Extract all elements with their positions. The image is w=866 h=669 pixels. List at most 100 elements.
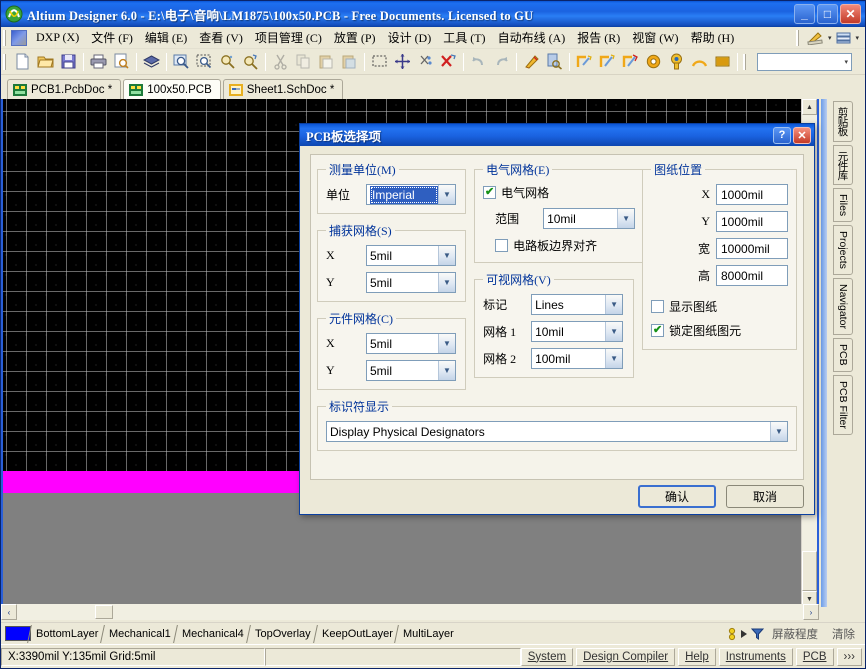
mask-level-button[interactable]: 屏蔽程度 xyxy=(766,625,824,643)
snap-to-board-outline-row[interactable]: ✔ 电路板边界对齐 xyxy=(483,237,635,254)
component-grid-x-combo[interactable]: 5mil ▼ xyxy=(366,333,456,354)
panel-tab-clipboard[interactable]: 剪贴板 xyxy=(833,101,853,142)
chevron-down-icon-toolbar[interactable]: ▾ xyxy=(844,58,848,66)
show-sheet-row[interactable]: ✔ 显示图纸 xyxy=(651,298,788,315)
toolbar-combo[interactable]: ▾ xyxy=(757,53,852,71)
save-icon[interactable] xyxy=(57,51,80,73)
find-similar-icon[interactable] xyxy=(239,51,262,73)
chevron-down-icon-range[interactable]: ▼ xyxy=(617,209,634,228)
undo-icon[interactable] xyxy=(467,51,490,73)
dialog-close-button[interactable]: ✕ xyxy=(793,127,811,144)
layer-tab-multilayer[interactable]: MultiLayer xyxy=(395,625,463,643)
menu-item-window[interactable]: 视窗 (W) xyxy=(626,27,684,48)
clear-selection-icon[interactable] xyxy=(437,51,460,73)
redo-icon[interactable] xyxy=(490,51,513,73)
snap-grid-y-combo[interactable]: 5mil ▼ xyxy=(366,272,456,293)
menu-item-dxp[interactable]: DXP (X) xyxy=(30,28,85,47)
dialog-help-button[interactable]: ? xyxy=(773,127,791,144)
cut-icon[interactable] xyxy=(269,51,292,73)
scroll-up-arrow-icon[interactable]: ▲ xyxy=(802,99,817,115)
electrical-range-combo[interactable]: 10mil ▼ xyxy=(543,208,635,229)
filter-icon[interactable] xyxy=(751,627,764,640)
paste-special-icon[interactable] xyxy=(338,51,361,73)
vertical-scroll-thumb[interactable] xyxy=(802,551,817,591)
place-route-icon[interactable] xyxy=(619,51,642,73)
panel-tab-files[interactable]: Files xyxy=(833,188,853,222)
chevron-down-icon-2[interactable]: ▾ xyxy=(855,34,859,42)
toolbar-grip-handle-3[interactable] xyxy=(743,54,748,70)
menu-item-tools[interactable]: 工具 (T) xyxy=(437,27,491,48)
electrical-grid-enable-row[interactable]: ✔ 电气网格 xyxy=(483,184,635,201)
status-overflow-button[interactable]: ››› xyxy=(837,648,863,666)
status-button-instruments[interactable]: Instruments xyxy=(719,648,793,666)
layer-tab-mechanical1[interactable]: Mechanical1 xyxy=(100,625,179,643)
tab-pcb1-pcbdoc[interactable]: PCB1.PcbDoc * xyxy=(7,79,121,99)
snap-grid-x-combo[interactable]: 5mil ▼ xyxy=(366,245,456,266)
chevron-down-icon-grid1[interactable]: ▼ xyxy=(605,322,622,341)
layer-color-icon[interactable] xyxy=(727,627,738,641)
menu-item-edit[interactable]: 编辑 (E) xyxy=(139,27,193,48)
panel-tab-pcb[interactable]: PCB xyxy=(833,338,853,372)
electrical-grid-checkbox[interactable]: ✔ xyxy=(483,186,496,199)
visible-grid2-combo[interactable]: 100mil ▼ xyxy=(531,348,623,369)
place-track-icon[interactable] xyxy=(573,51,596,73)
horizontal-scroll-thumb[interactable] xyxy=(95,605,113,619)
menu-item-autoroute[interactable]: 自动布线 (A) xyxy=(492,27,572,48)
move-icon[interactable] xyxy=(391,51,414,73)
snap-to-board-outline-checkbox[interactable]: ✔ xyxy=(495,239,508,252)
chevron-down-icon-compx[interactable]: ▼ xyxy=(438,334,455,353)
status-button-design-compiler[interactable]: Design Compiler xyxy=(576,648,675,666)
new-document-icon[interactable] xyxy=(11,51,34,73)
designator-display-combo[interactable]: Display Physical Designators ▼ xyxy=(326,421,788,442)
layer-tab-topoverlay[interactable]: TopOverlay xyxy=(246,625,318,643)
copy-icon[interactable] xyxy=(292,51,315,73)
zoom-selection-icon[interactable] xyxy=(193,51,216,73)
cross-probe-icon[interactable] xyxy=(520,51,543,73)
lock-sheet-primitives-row[interactable]: ✔ 锁定图纸图元 xyxy=(651,322,788,339)
status-button-pcb[interactable]: PCB xyxy=(796,648,834,666)
place-arc-icon[interactable] xyxy=(688,51,711,73)
chevron-down-icon-unit[interactable]: ▼ xyxy=(438,185,455,204)
pencil-ruler-icon[interactable] xyxy=(806,29,826,47)
menu-item-file[interactable]: 文件 (F) xyxy=(85,27,139,48)
layers-stack-icon[interactable] xyxy=(833,29,853,47)
sheet-width-input[interactable]: 10000mil xyxy=(716,238,788,259)
panel-tab-navigator[interactable]: Navigator xyxy=(833,278,853,335)
visible-grid-marker-combo[interactable]: Lines ▼ xyxy=(531,294,623,315)
close-button[interactable]: ✕ xyxy=(840,4,861,24)
scroll-right-arrow-icon[interactable]: › xyxy=(803,604,819,620)
arrow-right-icon[interactable] xyxy=(740,628,749,640)
chevron-down-icon-marker[interactable]: ▼ xyxy=(605,295,622,314)
menu-item-view[interactable]: 查看 (V) xyxy=(193,27,249,48)
chevron-down-icon-designator[interactable]: ▼ xyxy=(770,422,787,441)
scroll-left-arrow-icon[interactable]: ‹ xyxy=(1,604,17,620)
select-area-icon[interactable] xyxy=(368,51,391,73)
menu-item-place[interactable]: 放置 (P) xyxy=(328,27,382,48)
browse-component-icon[interactable] xyxy=(543,51,566,73)
menu-item-design[interactable]: 设计 (D) xyxy=(382,27,438,48)
sheet-height-input[interactable]: 8000mil xyxy=(716,265,788,286)
horizontal-scrollbar[interactable]: ‹ › xyxy=(1,604,819,620)
maximize-button[interactable]: □ xyxy=(817,4,838,24)
place-fill-icon[interactable] xyxy=(711,51,734,73)
menu-item-project[interactable]: 项目管理 (C) xyxy=(249,27,328,48)
place-line-icon[interactable] xyxy=(596,51,619,73)
toolbar-grip-handle-2[interactable] xyxy=(796,30,801,46)
layer-tab-keepoutlayer[interactable]: KeepOutLayer xyxy=(313,625,401,643)
open-folder-icon[interactable] xyxy=(34,51,57,73)
zoom-area-icon[interactable] xyxy=(170,51,193,73)
print-preview-icon[interactable] xyxy=(110,51,133,73)
menu-item-reports[interactable]: 报告 (R) xyxy=(571,27,626,48)
panel-tab-pcb-filter[interactable]: PCB Filter xyxy=(833,375,853,435)
menu-item-help[interactable]: 帮助 (H) xyxy=(685,27,741,48)
unit-combo[interactable]: Imperial ▼ xyxy=(366,184,456,205)
panel-tab-projects[interactable]: Projects xyxy=(833,225,853,275)
sheet-x-input[interactable]: 1000mil xyxy=(716,184,788,205)
layer-tab-bottomlayer[interactable]: BottomLayer xyxy=(27,625,106,643)
layer-stack-icon[interactable] xyxy=(140,51,163,73)
status-button-system[interactable]: System xyxy=(521,648,573,666)
layer-tab-mechanical4[interactable]: Mechanical4 xyxy=(173,625,252,643)
panel-tab-libraries[interactable]: 元件库 xyxy=(833,145,853,186)
paste-icon[interactable] xyxy=(315,51,338,73)
status-button-help[interactable]: Help xyxy=(678,648,716,666)
